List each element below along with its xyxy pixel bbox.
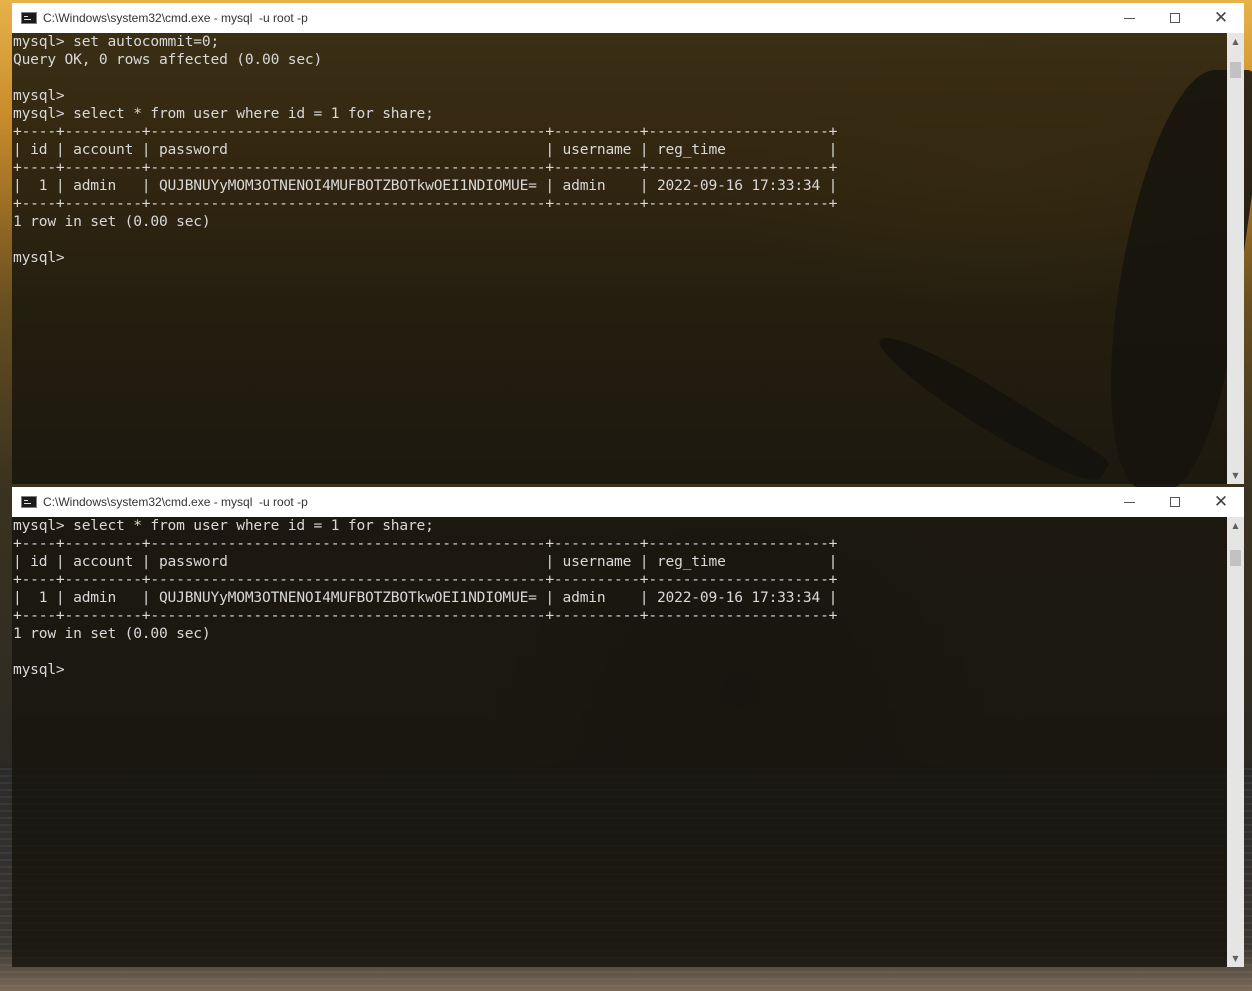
console-output[interactable]: mysql> set autocommit=0; Query OK, 0 row… [12, 33, 1244, 484]
table-header-row: | id | account | password | username | r… [13, 553, 838, 570]
cmd-window-bottom[interactable]: C:\Windows\system32\cmd.exe - mysql -u r… [12, 487, 1244, 967]
console-prompt: mysql> [13, 661, 65, 678]
table-border: +----+---------+------------------------… [13, 571, 838, 588]
close-icon: ✕ [1213, 491, 1229, 512]
close-button[interactable]: ✕ [1198, 487, 1244, 517]
console-line: mysql> [13, 87, 65, 104]
table-border: +----+---------+------------------------… [13, 123, 838, 140]
title-bar[interactable]: C:\Windows\system32\cmd.exe - mysql -u r… [12, 487, 1244, 517]
scrollbar-thumb[interactable] [1230, 550, 1241, 566]
maximize-button[interactable] [1152, 487, 1198, 517]
console-line: Query OK, 0 rows affected (0.00 sec) [13, 51, 323, 68]
table-header-row: | id | account | password | username | r… [13, 141, 838, 158]
maximize-icon [1170, 13, 1180, 23]
console-output[interactable]: mysql> select * from user where id = 1 f… [12, 517, 1244, 967]
console-line: mysql> select * from user where id = 1 f… [13, 517, 434, 534]
window-title: C:\Windows\system32\cmd.exe - mysql -u r… [43, 11, 308, 25]
console-line: 1 row in set (0.00 sec) [13, 625, 211, 642]
table-row: | 1 | admin | QUJBNUYyMOM3OTNENOI4MUFBOT… [13, 177, 838, 194]
minimize-icon [1123, 501, 1135, 503]
scroll-down-icon[interactable]: ▼ [1227, 467, 1244, 484]
scroll-up-icon[interactable]: ▲ [1227, 33, 1244, 50]
table-border: +----+---------+------------------------… [13, 159, 838, 176]
cmd-window-top[interactable]: C:\Windows\system32\cmd.exe - mysql -u r… [12, 3, 1244, 484]
maximize-icon [1170, 497, 1180, 507]
vertical-scrollbar[interactable]: ▲ ▼ [1227, 33, 1244, 484]
minimize-button[interactable] [1106, 3, 1152, 33]
console-line: mysql> select * from user where id = 1 f… [13, 105, 434, 122]
minimize-icon [1123, 17, 1135, 19]
window-title: C:\Windows\system32\cmd.exe - mysql -u r… [43, 495, 308, 509]
console-line: 1 row in set (0.00 sec) [13, 213, 211, 230]
scroll-up-icon[interactable]: ▲ [1227, 517, 1244, 534]
console-line: mysql> set autocommit=0; [13, 33, 220, 50]
table-border: +----+---------+------------------------… [13, 535, 838, 552]
close-icon: ✕ [1213, 7, 1229, 28]
scroll-down-icon[interactable]: ▼ [1227, 950, 1244, 967]
cmd-icon[interactable] [21, 496, 37, 508]
maximize-button[interactable] [1152, 3, 1198, 33]
console-prompt: mysql> [13, 249, 65, 266]
table-row: | 1 | admin | QUJBNUYyMOM3OTNENOI4MUFBOT… [13, 589, 838, 606]
vertical-scrollbar[interactable]: ▲ ▼ [1227, 517, 1244, 967]
close-button[interactable]: ✕ [1198, 3, 1244, 33]
table-border: +----+---------+------------------------… [13, 195, 838, 212]
scrollbar-thumb[interactable] [1230, 62, 1241, 78]
minimize-button[interactable] [1106, 487, 1152, 517]
title-bar[interactable]: C:\Windows\system32\cmd.exe - mysql -u r… [12, 3, 1244, 33]
table-border: +----+---------+------------------------… [13, 607, 838, 624]
cmd-icon[interactable] [21, 12, 37, 24]
